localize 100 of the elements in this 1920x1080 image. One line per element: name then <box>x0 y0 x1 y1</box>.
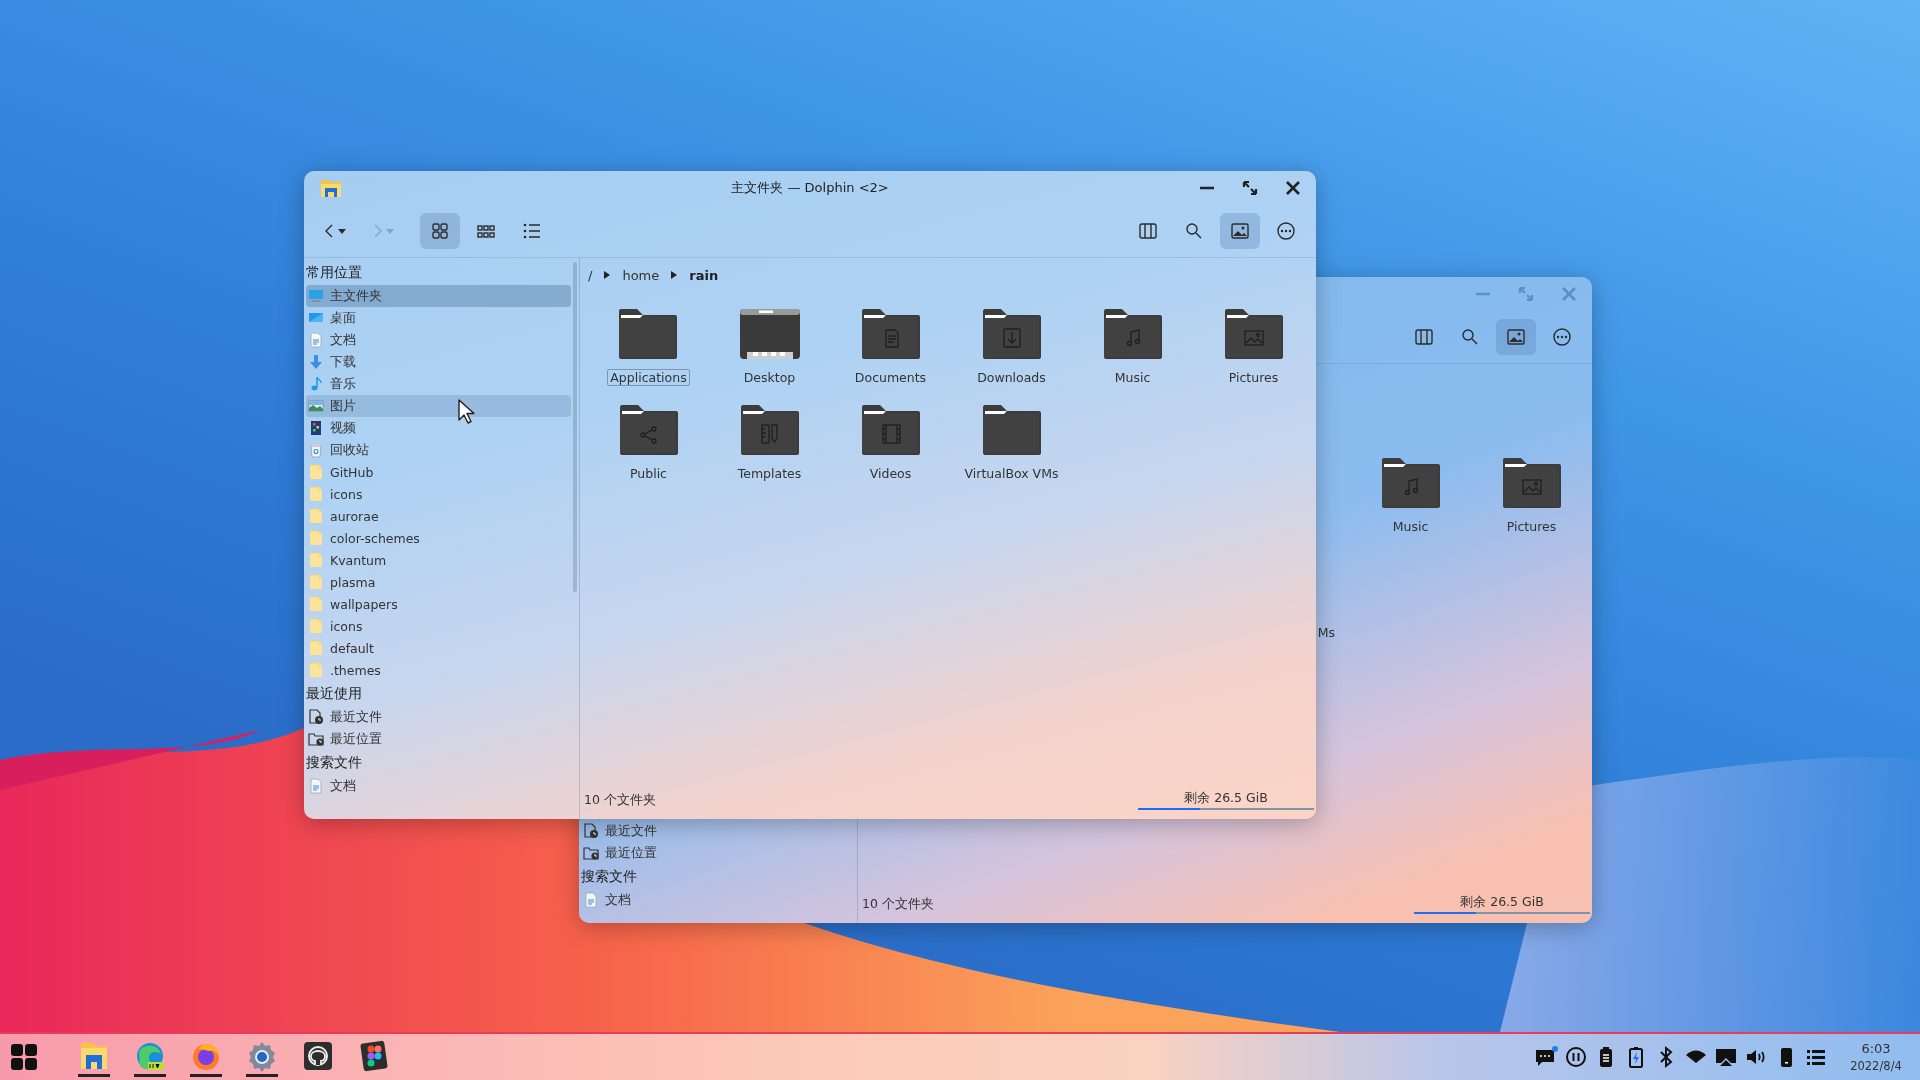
sidebar-item[interactable]: 最近文件 <box>306 706 571 728</box>
folder-icon <box>859 404 922 456</box>
sidebar-item[interactable]: 主文件夹 <box>306 285 571 307</box>
folder-item[interactable]: Pictures <box>1222 308 1285 394</box>
sidebar-item[interactable]: plasma <box>306 571 571 593</box>
free-space-text: 剩余 26.5 GiB <box>1184 790 1268 807</box>
monitor-icon <box>308 288 324 304</box>
recent-file-icon <box>583 823 599 839</box>
sidebar-item[interactable]: wallpapers <box>306 593 571 615</box>
sidebar-item[interactable]: 下载 <box>306 351 571 373</box>
clock-date[interactable]: 2022/8/4 <box>1850 1059 1902 1073</box>
image-button[interactable] <box>1496 319 1536 355</box>
sidebar-item[interactable]: default <box>306 637 571 659</box>
sidebar-item[interactable]: 文档 <box>306 329 571 351</box>
more-menu-icon <box>1276 221 1296 241</box>
more-menu-icon <box>1552 327 1572 347</box>
maximize-icon[interactable] <box>1241 179 1259 197</box>
folder-icon <box>308 596 324 612</box>
sidebar-item[interactable]: .themes <box>306 659 571 681</box>
sidebar-item[interactable]: icons <box>306 483 571 505</box>
sidebar-item[interactable]: color-schemes <box>306 527 571 549</box>
status-text: 10 个文件夹 <box>862 895 934 913</box>
folder-item[interactable]: Documents <box>851 308 930 394</box>
sidebar-item[interactable]: 音乐 <box>306 373 571 395</box>
search-icon <box>1460 327 1480 347</box>
folder-item[interactable]: Pictures <box>1500 457 1563 543</box>
document-icon <box>583 892 599 908</box>
section-heading: 搜索文件 <box>581 867 638 886</box>
folder-icon <box>980 404 1043 456</box>
start-menu-icon[interactable] <box>10 1043 38 1071</box>
folder-icon <box>617 404 680 456</box>
sidebar-item[interactable]: 最近位置 <box>581 842 849 864</box>
section-heading: 搜索文件 <box>306 753 363 772</box>
pause-circle-icon[interactable] <box>1564 1045 1588 1069</box>
film-icon <box>308 420 324 436</box>
sidebar-item[interactable]: 文档 <box>581 889 849 911</box>
sidebar-item[interactable]: icons <box>306 615 571 637</box>
chat-bubble-icon[interactable] <box>1534 1045 1558 1069</box>
image-button[interactable] <box>1220 213 1260 249</box>
sidebar-item[interactable]: 桌面 <box>306 307 571 329</box>
folder-item[interactable]: Music <box>1379 457 1442 543</box>
folder-icon <box>980 308 1043 360</box>
clock-time[interactable]: 6:03 <box>1861 1041 1891 1056</box>
sidebar-item[interactable]: 文档 <box>306 775 571 797</box>
image-icon <box>1506 327 1526 347</box>
sidebar-item[interactable]: 回收站 <box>306 439 571 461</box>
picture-icon <box>308 398 324 414</box>
view-mode-button[interactable] <box>420 213 460 249</box>
sidebar-item[interactable]: GitHub <box>306 461 571 483</box>
trash-bin-icon <box>308 442 324 458</box>
sidebar-item[interactable]: Kvantum <box>306 549 571 571</box>
folder-icon <box>617 308 680 360</box>
folder-icon <box>308 618 324 634</box>
folder-icon <box>308 530 324 546</box>
breadcrumb-item[interactable]: home <box>622 267 660 283</box>
columns-icon <box>1414 327 1434 347</box>
folder-item[interactable]: Templates <box>734 404 805 490</box>
sidebar-item[interactable]: 最近位置 <box>306 728 571 750</box>
folder-clock-icon <box>308 731 324 747</box>
columns-icon <box>1138 221 1158 241</box>
recent-file-icon <box>308 709 324 725</box>
mouse-pointer-icon <box>457 398 477 424</box>
document-icon <box>308 332 324 348</box>
folder-item[interactable]: Public <box>617 404 680 490</box>
close-icon[interactable] <box>1284 179 1302 197</box>
folder-icon <box>308 486 324 502</box>
breadcrumb-item[interactable]: / <box>588 267 593 283</box>
folder-icon <box>1222 308 1285 360</box>
sidebar-item[interactable]: aurorae <box>306 505 571 527</box>
triangle-right-icon[interactable] <box>671 270 678 280</box>
scrollbar[interactable] <box>573 262 577 592</box>
caret-down-icon <box>386 228 394 234</box>
folder-icon <box>1500 457 1563 509</box>
list-icon <box>522 221 542 241</box>
folder-item[interactable]: VirtualBox VMs <box>961 404 1062 490</box>
folder-icon <box>308 662 324 678</box>
folder-item[interactable]: Desktop <box>738 308 801 394</box>
folder-icon <box>308 574 324 590</box>
desktop-folder-icon <box>738 308 801 360</box>
download-arrow-icon <box>308 354 324 370</box>
folder-item[interactable]: Videos <box>859 404 922 490</box>
search-icon <box>1184 221 1204 241</box>
breadcrumb-item[interactable]: rain <box>689 267 719 283</box>
image-icon <box>1230 221 1250 241</box>
folder-icon <box>308 508 324 524</box>
free-space-text: 剩余 26.5 GiB <box>1460 894 1544 911</box>
sidebar-item[interactable]: 视频 <box>306 417 571 439</box>
folder-item[interactable]: Applications <box>607 308 690 394</box>
folder-item[interactable]: Downloads <box>974 308 1049 394</box>
window-title: 主文件夹 — Dolphin <2> <box>731 179 889 197</box>
folder-clock-icon <box>583 845 599 861</box>
triangle-right-icon[interactable] <box>604 270 611 280</box>
folder-icon <box>308 640 324 656</box>
folder-icon <box>738 404 801 456</box>
folder-item[interactable]: Music <box>1101 308 1164 394</box>
sidebar-item[interactable]: 最近文件 <box>581 820 849 842</box>
folder-icon <box>859 308 922 360</box>
folder-label: Ms <box>1316 624 1336 641</box>
document-icon <box>308 778 324 794</box>
sidebar-item[interactable]: 图片 <box>306 395 571 417</box>
